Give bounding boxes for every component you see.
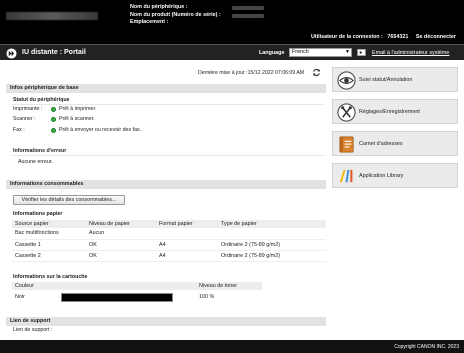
printer-ready-icon [51, 106, 56, 112]
page-title: IU distante : Portail [22, 49, 86, 56]
address-book-label: Carnet d'adresses [359, 141, 403, 147]
table-row: Noir 100 % [12, 290, 262, 304]
address-book-button[interactable]: Carnet d'adresses [332, 131, 458, 156]
support-link-label: Lien de support : [13, 327, 53, 333]
product-name-value-redacted [232, 14, 264, 18]
status-monitor-button[interactable]: Suivi statut/Annulation [332, 67, 458, 92]
table-cell [218, 228, 326, 240]
toner-level-bar [61, 292, 173, 302]
column-header: Niveau de papier [86, 220, 156, 228]
language-label: Language [259, 50, 285, 56]
login-info: Utilisateur de la connexion : 7654321 Se… [311, 34, 456, 40]
table-cell: OK [86, 250, 156, 262]
table-cell: Ordinaire 2 (75-89 g/m2) [218, 250, 326, 262]
toner-level-value: 100 % [199, 294, 215, 300]
application-library-button[interactable]: Application Library [332, 163, 458, 188]
toner-color: Noir [15, 294, 25, 300]
paper-info-title: Informations papier [13, 211, 63, 217]
table-cell: Aucun [86, 228, 156, 240]
scanner-label: Scanner : [13, 116, 36, 122]
login-user-label: Utilisateur de la connexion : [310, 34, 383, 40]
scanner-status: Prêt à scanner. [59, 116, 95, 122]
top-header: Nom du périphérique : Nom du produit (Nu… [0, 0, 464, 44]
table-row: Cassette 1 OK A4 Ordinaire 2 (75-89 g/m2… [12, 239, 326, 251]
table-row: Bac multifonctions Aucun [12, 228, 326, 240]
basic-info-header: Infos périphérique de base [6, 84, 326, 93]
application-library-label: Application Library [359, 173, 404, 179]
check-consumables-button[interactable]: Vérifier les détails des consommables... [13, 195, 125, 205]
fax-label: Fax : [13, 127, 25, 133]
device-name-value-redacted [232, 6, 264, 10]
product-name-label: Nom du produit (Numéro de série) : [130, 11, 221, 18]
copyright: Copyright CANON INC. 2023 [394, 344, 459, 350]
logout-link[interactable]: Se déconnecter [416, 34, 456, 40]
toner-level-bar-cell [58, 290, 196, 304]
email-admin-link[interactable]: Email à l'administrateur système [372, 50, 449, 56]
fax-ready-icon [51, 127, 56, 133]
table-cell: Ordinaire 2 (75-89 g/m2) [218, 239, 326, 251]
table-header-row: Couleur Niveau de toner [12, 282, 262, 290]
column-header: Type de papier [218, 220, 326, 228]
language-value: French [292, 49, 309, 55]
table-cell [156, 228, 218, 240]
table-row: Cassette 2 OK A4 Ordinaire 2 (75-89 g/m2… [12, 250, 326, 262]
device-status-title: Statut du périphérique [13, 97, 70, 103]
footer: Copyright CANON INC. 2023 [0, 340, 464, 353]
status-monitor-icon [337, 71, 356, 90]
table-header-row: Source papier Niveau de papier Format pa… [12, 220, 326, 228]
column-header: Format papier [156, 220, 218, 228]
language-select[interactable]: French ▼ [289, 48, 352, 57]
column-header: Niveau de toner [196, 282, 262, 290]
divider [12, 155, 324, 156]
title-bar: IU distante : Portail Language French ▼ … [0, 44, 464, 60]
address-book-icon [339, 136, 354, 153]
device-logo-blurred [6, 12, 98, 20]
settings-label: Réglages/Enregistrement [359, 109, 420, 115]
column-header [58, 282, 196, 290]
support-header: Lien de support [6, 317, 326, 326]
paper-table: Source papier Niveau de papier Format pa… [12, 220, 326, 262]
table-cell: Bac multifonctions [12, 228, 86, 240]
column-header: Source papier [12, 220, 86, 228]
column-header: Couleur [12, 282, 58, 290]
table-cell: Cassette 2 [12, 250, 86, 262]
printer-label: Imprimante : [13, 106, 43, 112]
fax-status: Prêt à envoyer ou recevoir des fax. [59, 127, 142, 133]
status-monitor-label: Suivi statut/Annulation [359, 77, 413, 83]
login-user-id: 7654321 [387, 34, 409, 40]
cartridge-info-title: Informations sur la cartouche [13, 274, 88, 280]
last-updated: Dernière mise à jour :15/12 2022 07:06:0… [198, 70, 305, 76]
table-cell: A4 [156, 239, 218, 251]
table-cell: Cassette 1 [12, 239, 86, 251]
device-name-label: Nom du périphérique : [130, 4, 188, 10]
application-library-icon [339, 169, 353, 183]
remote-ui-logo-icon [6, 48, 17, 59]
divider [12, 104, 324, 105]
language-apply-icon[interactable] [357, 49, 366, 56]
toner-table: Couleur Niveau de toner Noir 100 % [12, 282, 262, 304]
settings-icon [337, 103, 356, 122]
consumables-header: Informations consommables [6, 180, 326, 189]
chevron-down-icon: ▼ [345, 49, 350, 55]
settings-button[interactable]: Réglages/Enregistrement [332, 99, 458, 124]
scanner-ready-icon [51, 116, 56, 122]
location-label: Emplacement : [130, 19, 169, 25]
error-info-title: Informations d'erreur [13, 148, 67, 154]
printer-status: Prêt à imprimer. [59, 106, 97, 112]
table-cell: OK [86, 239, 156, 251]
error-value: Aucune erreur. [18, 159, 53, 165]
table-cell: A4 [156, 250, 218, 262]
refresh-icon[interactable] [312, 68, 321, 77]
device-info: Nom du périphérique : Nom du produit (Nu… [130, 4, 221, 27]
